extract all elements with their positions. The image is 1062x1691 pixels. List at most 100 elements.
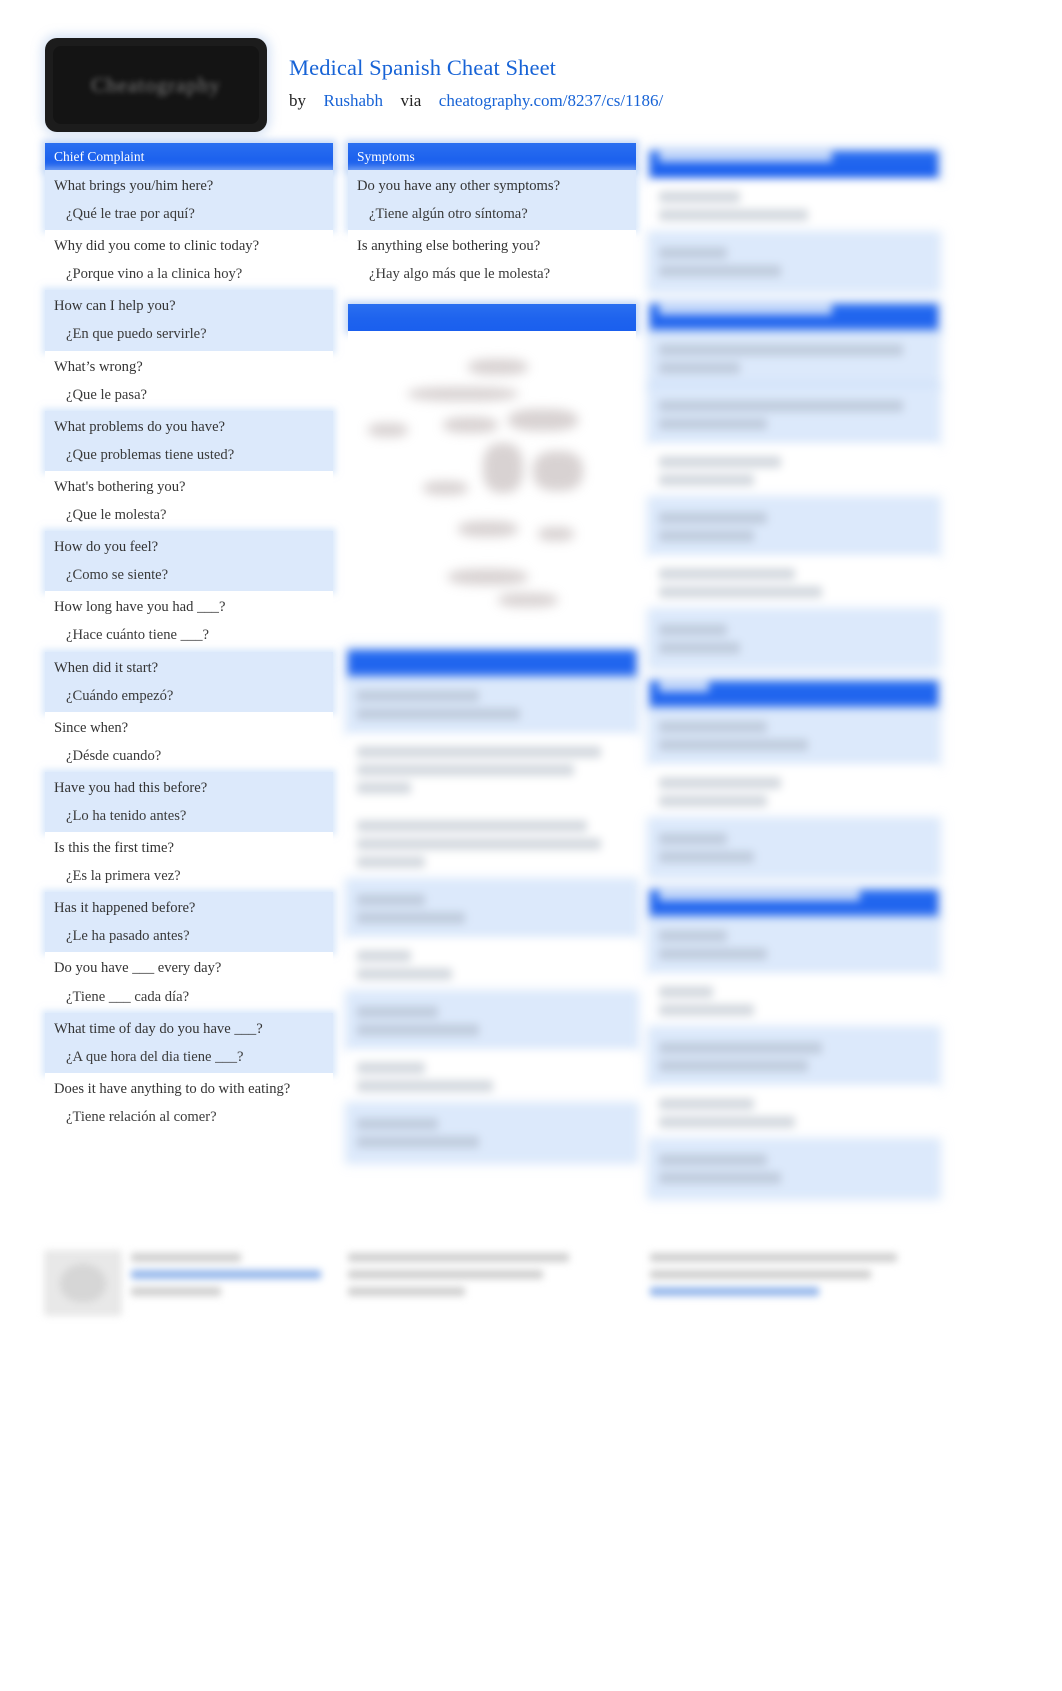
block-heading-symptoms: Symptoms: [348, 143, 636, 170]
footer-line: [131, 1253, 241, 1262]
block-col2-obscured: [348, 650, 636, 1162]
row-english: How can I help you?: [54, 298, 176, 315]
row-english: Do you have any other symptoms?: [357, 178, 561, 194]
table-row[interactable]: [348, 677, 636, 734]
table-row[interactable]: How long have you had ___? ¿Hace cuánto …: [45, 591, 333, 652]
block-col3-4: [650, 890, 938, 1197]
table-row[interactable]: Do you have any other symptoms? ¿Tiene a…: [348, 170, 636, 231]
row-english: What problems do you have?: [54, 418, 226, 435]
cheatography-logo[interactable]: Cheatography: [45, 38, 267, 132]
table-row[interactable]: [650, 234, 938, 290]
source-url-link[interactable]: cheatography.com/8237/cs/1186/: [439, 91, 663, 110]
table-row[interactable]: [650, 764, 938, 820]
table-row[interactable]: [348, 807, 636, 882]
table-row[interactable]: [650, 973, 938, 1029]
table-row[interactable]: What’s wrong? ¿Que le pasa?: [45, 350, 333, 411]
logo-inner: Cheatography: [53, 46, 259, 124]
row-spanish: ¿En que puedo servirle?: [66, 326, 207, 343]
by-label: by: [289, 90, 306, 110]
table-row[interactable]: [348, 881, 636, 938]
table-row[interactable]: [348, 993, 636, 1050]
table-row[interactable]: [650, 611, 938, 667]
footer-link-line[interactable]: [650, 1287, 819, 1296]
row-english: Do you have ___ every day?: [54, 960, 222, 977]
table-row[interactable]: [348, 1105, 636, 1162]
table-row[interactable]: Is this the first time? ¿Es la primera v…: [45, 832, 333, 893]
table-row[interactable]: [650, 708, 938, 764]
row-english: What brings you/him here?: [54, 178, 214, 194]
heading-placeholder: [659, 681, 710, 692]
footer-line: [348, 1253, 569, 1262]
row-spanish: ¿A que hora del dia tiene ___?: [66, 1048, 244, 1065]
table-row[interactable]: [650, 917, 938, 973]
illustration-placeholder: [348, 331, 636, 637]
row-english: Why did you come to clinic today?: [54, 238, 260, 255]
row-spanish: ¿Es la primera vez?: [66, 868, 181, 885]
block-col3-1: [650, 151, 938, 290]
table-row[interactable]: [348, 937, 636, 994]
table-row[interactable]: [650, 1085, 938, 1141]
row-spanish: ¿Cuándo empezó?: [66, 687, 174, 704]
table-row[interactable]: What problems do you have? ¿Que problema…: [45, 410, 333, 471]
table-row[interactable]: Have you had this before? ¿Lo ha tenido …: [45, 771, 333, 833]
table-row[interactable]: [348, 1049, 636, 1106]
via-label: via: [400, 90, 422, 110]
table-row[interactable]: [650, 387, 938, 443]
table-row[interactable]: Since when? ¿Désde cuando?: [45, 711, 333, 772]
table-row[interactable]: [650, 331, 938, 387]
table-row[interactable]: How can I help you? ¿En que puedo servir…: [45, 290, 333, 351]
logo-wordmark: Cheatography: [91, 72, 221, 97]
table-row[interactable]: Is anything else bothering you? ¿Hay alg…: [348, 230, 636, 291]
table-row[interactable]: [650, 499, 938, 555]
row-english: Does it have anything to do with eating?: [54, 1080, 291, 1097]
footer-link-line[interactable]: [131, 1270, 321, 1279]
row-spanish: ¿Désde cuando?: [66, 747, 162, 764]
table-row[interactable]: Why did you come to clinic today? ¿Porqu…: [45, 230, 333, 291]
table-row[interactable]: Does it have anything to do with eating?…: [45, 1072, 333, 1133]
block-col3-2: [650, 304, 938, 667]
table-row[interactable]: [650, 1029, 938, 1085]
footer-line: [650, 1270, 871, 1279]
table-row[interactable]: What time of day do you have ___? ¿A que…: [45, 1012, 333, 1073]
block-heading-col2-obscured: [348, 650, 636, 678]
table-row[interactable]: [650, 820, 938, 876]
row-spanish: ¿Hace cuánto tiene ___?: [66, 627, 210, 644]
table-row[interactable]: [650, 555, 938, 611]
footer-published-text: [348, 1253, 608, 1304]
table-row[interactable]: When did it start? ¿Cuándo empezó?: [45, 651, 333, 712]
page-title: Medical Spanish Cheat Sheet: [289, 55, 557, 80]
rows-col3-1: [650, 178, 938, 290]
footer-author-text: [131, 1253, 331, 1304]
cheatsheet-page: Cheatography Medical Spanish Cheat Sheet…: [0, 0, 1062, 1691]
table-row[interactable]: Do you have ___ every day? ¿Tiene ___ ca…: [45, 952, 333, 1013]
column-2: Symptoms Do you have any other symptoms?…: [348, 143, 636, 1175]
table-row[interactable]: [348, 733, 636, 808]
table-row[interactable]: [650, 178, 938, 234]
heading-placeholder: [659, 304, 832, 315]
row-english: What time of day do you have ___?: [54, 1020, 263, 1037]
rows-col3-4: [650, 917, 938, 1197]
block-heading-col2-illustration: [348, 304, 636, 332]
table-row[interactable]: What brings you/him here? ¿Qué le trae p…: [45, 170, 333, 231]
table-row[interactable]: How do you feel? ¿Como se siente?: [45, 531, 333, 592]
row-english: When did it start?: [54, 659, 159, 676]
row-english: Since when?: [54, 719, 129, 736]
row-spanish: ¿Que le molesta?: [66, 507, 167, 524]
row-english: What’s wrong?: [54, 358, 143, 375]
row-spanish: ¿Le ha pasado antes?: [66, 928, 190, 945]
author-avatar: [45, 1251, 121, 1315]
footer-line: [348, 1287, 465, 1296]
table-row[interactable]: [650, 443, 938, 499]
table-row[interactable]: [650, 1141, 938, 1197]
row-spanish: ¿Que le pasa?: [66, 386, 148, 403]
footer-sponsor-text: [650, 1253, 910, 1304]
row-spanish: ¿Hay algo más que le molesta?: [369, 266, 551, 283]
block-chief-complaint: Chief Complaint What brings you/him here…: [45, 143, 333, 1133]
table-row[interactable]: Has it happened before? ¿Le ha pasado an…: [45, 892, 333, 953]
block-heading-col3-3: [650, 681, 938, 708]
block-heading-chief-complaint: Chief Complaint: [45, 143, 333, 170]
table-row[interactable]: What's bothering you? ¿Que le molesta?: [45, 470, 333, 532]
author-link[interactable]: Rushabh: [324, 91, 384, 110]
page-footer: [45, 1245, 1005, 1335]
block-heading-col3-1: [650, 151, 938, 178]
